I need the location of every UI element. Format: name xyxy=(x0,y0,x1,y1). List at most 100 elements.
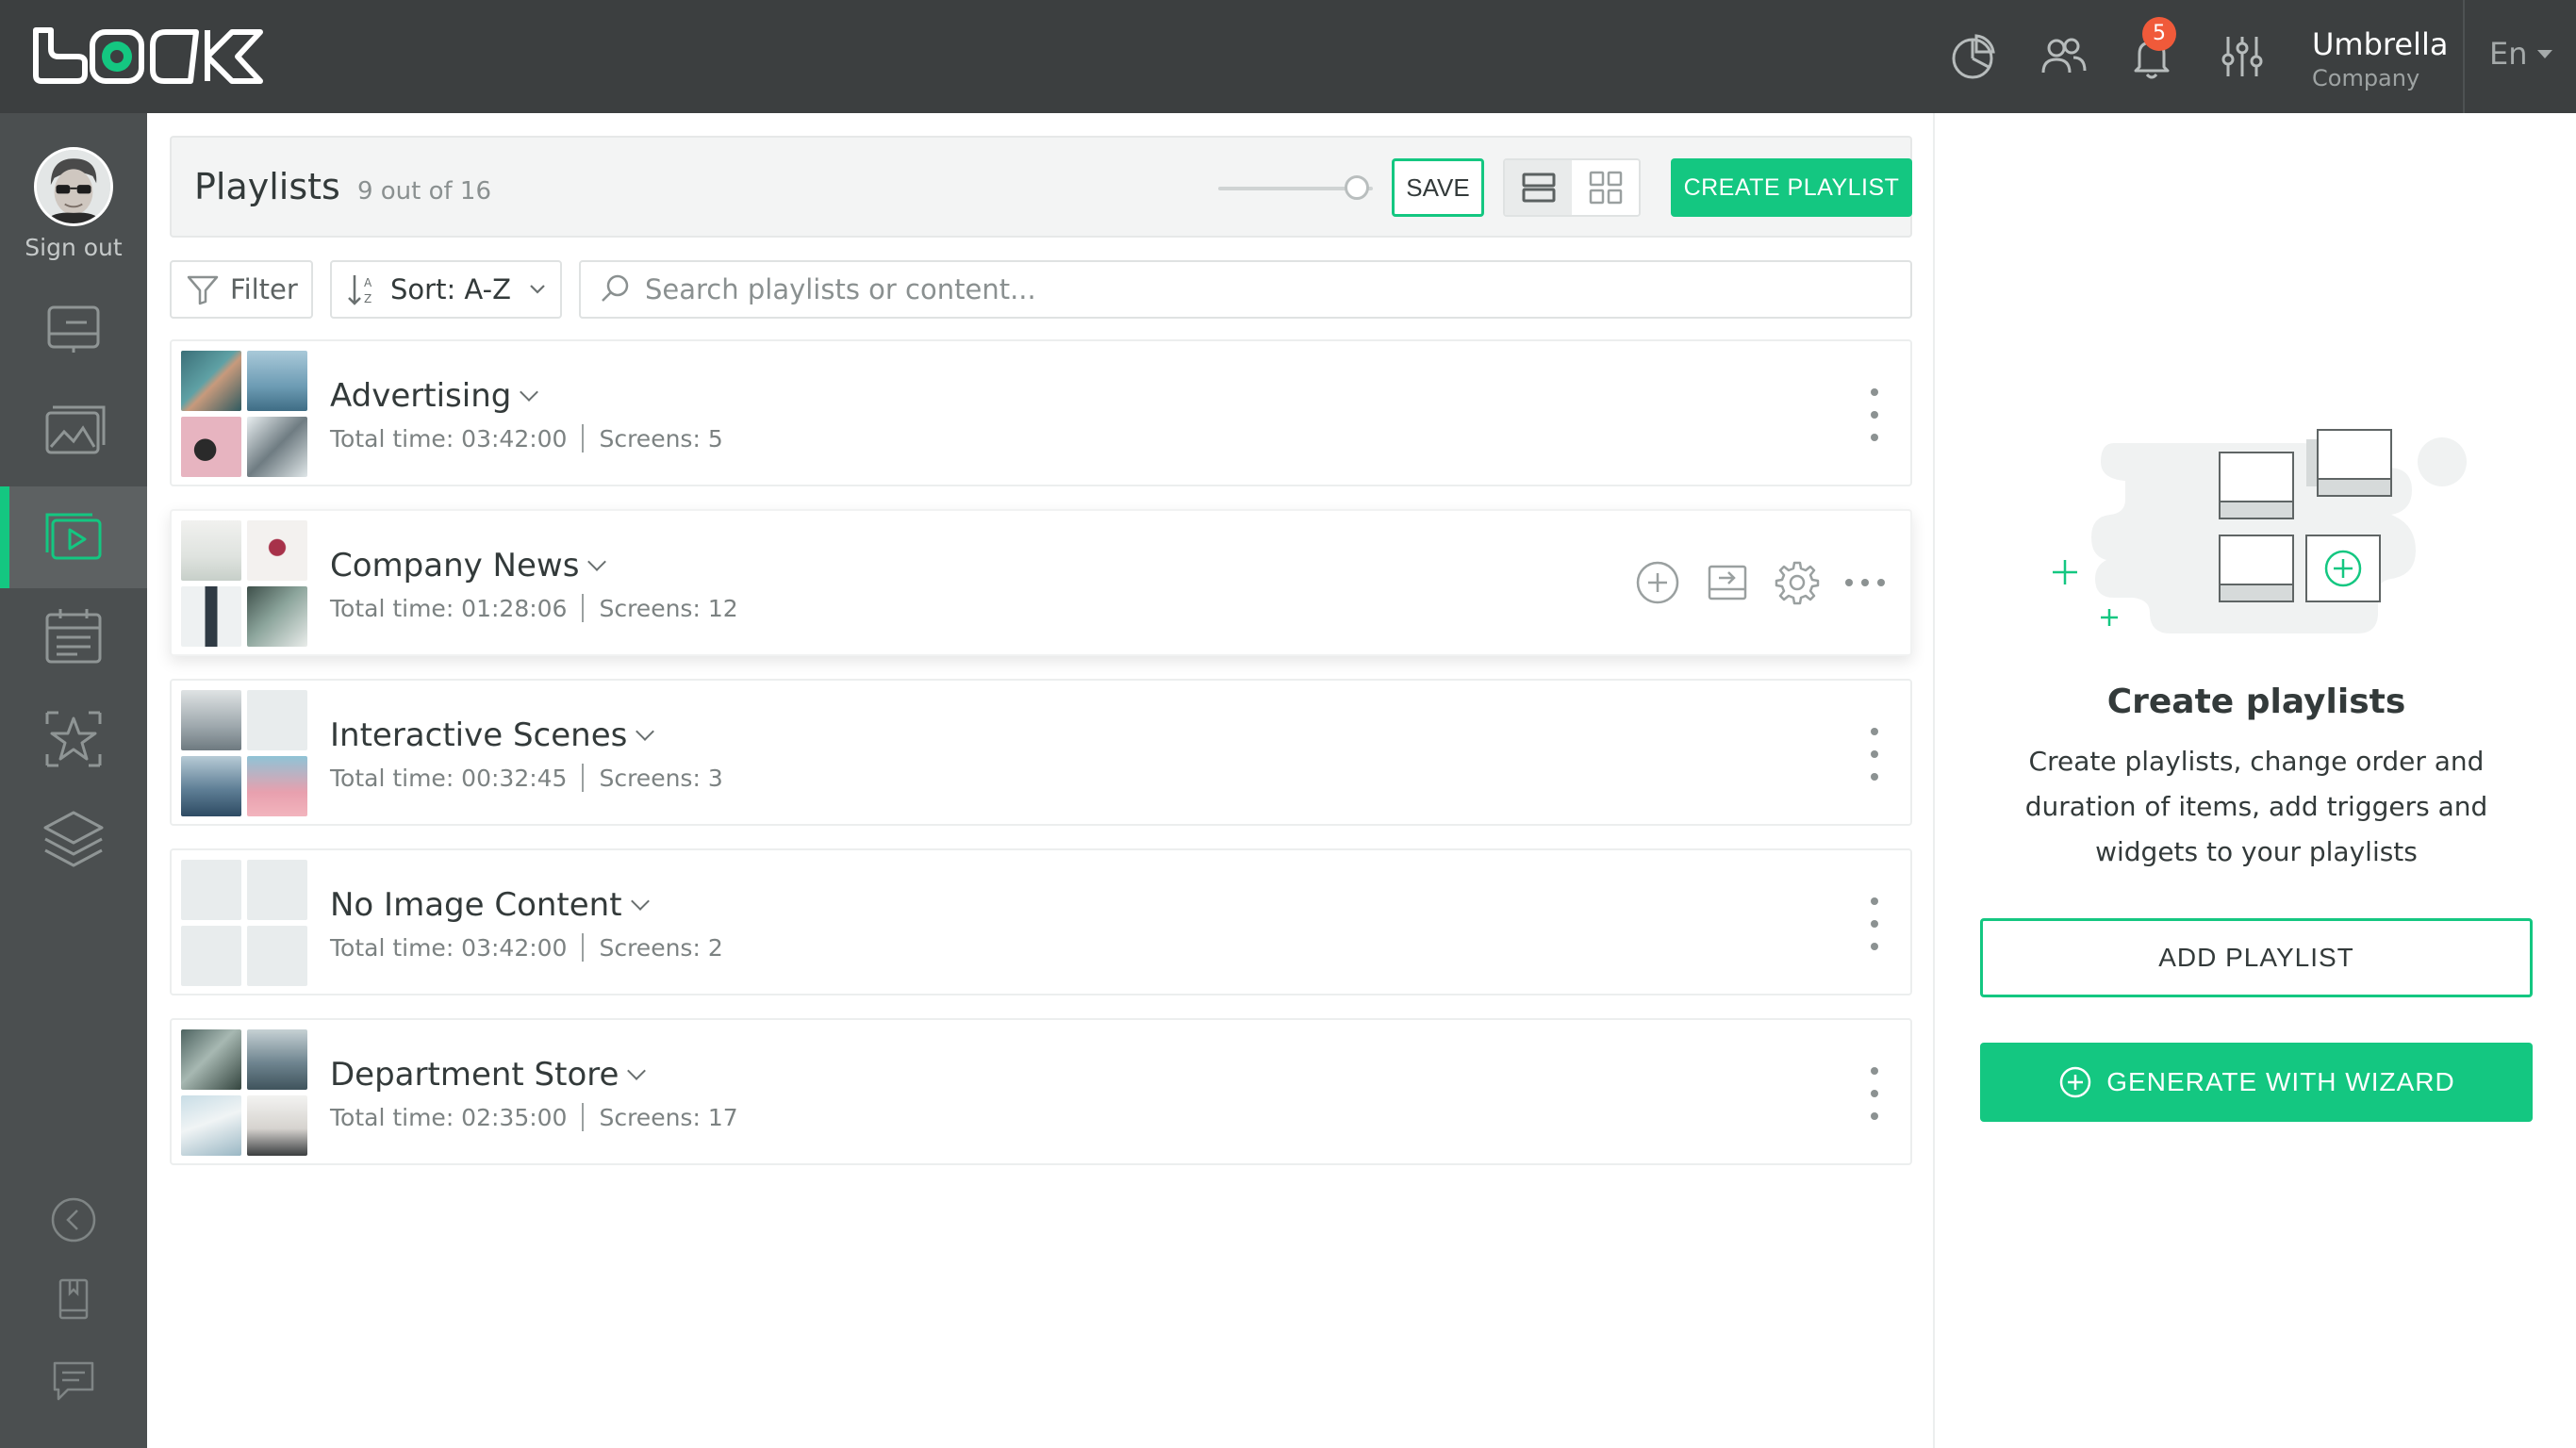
add-playlist-button[interactable]: ADD PLAYLIST xyxy=(1980,918,2533,997)
collapse-sidebar-button[interactable] xyxy=(0,1190,147,1250)
save-button[interactable]: SAVE xyxy=(1392,158,1484,217)
company-subtitle: Company xyxy=(2312,65,2420,91)
playlist-card-interactive-scenes[interactable]: Interactive Scenes Total time: 00:32:45 … xyxy=(170,679,1912,826)
playlist-meta: Total time: 01:28:06 Screens: 12 xyxy=(330,594,738,622)
add-content-button[interactable] xyxy=(1633,558,1682,607)
publish-icon xyxy=(1708,565,1747,601)
sign-out-link[interactable]: Sign out xyxy=(0,234,147,261)
analytics-icon[interactable] xyxy=(1944,28,2001,85)
company-switcher[interactable]: Umbrella Company xyxy=(2312,25,2449,92)
playlist-count: 9 out of 16 xyxy=(356,177,492,206)
playlist-meta: Total time: 03:42:00 Screens: 5 xyxy=(330,424,723,452)
playlist-card-company-news[interactable]: Company News Total time: 01:28:06 Screen… xyxy=(170,509,1912,656)
playlist-card-department-store[interactable]: Department Store Total time: 02:35:00 Sc… xyxy=(170,1018,1912,1165)
playlist-total-time: Total time: 00:32:45 xyxy=(330,764,568,792)
playlist-name[interactable]: Department Store xyxy=(330,1056,647,1094)
more-options-icon[interactable] xyxy=(1867,897,1882,950)
chevron-down-icon[interactable] xyxy=(587,552,607,571)
media-icon xyxy=(45,405,106,454)
list-view-button[interactable] xyxy=(1505,160,1572,215)
filter-button[interactable]: Filter xyxy=(170,260,313,319)
playlist-meta: Total time: 03:42:00 Screens: 2 xyxy=(330,933,723,962)
playlists-icon xyxy=(45,513,102,560)
thumbnail xyxy=(247,690,307,750)
avatar[interactable] xyxy=(34,147,113,226)
playlist-name-text: No Image Content xyxy=(330,886,622,924)
nav-screens[interactable] xyxy=(0,279,147,381)
language-selector[interactable]: En xyxy=(2489,36,2552,72)
playlist-thumbnails xyxy=(181,690,307,816)
thumbnail xyxy=(247,417,307,477)
create-playlist-panel: Create playlists Create playlists, chang… xyxy=(1933,113,2576,1448)
thumbnail xyxy=(181,520,241,581)
sort-dropdown[interactable]: AZ Sort: A-Z xyxy=(330,260,562,319)
gear-icon xyxy=(1775,561,1820,605)
publish-to-screen-button[interactable] xyxy=(1703,558,1752,607)
chat-button[interactable] xyxy=(0,1350,147,1410)
playlist-name[interactable]: No Image Content xyxy=(330,886,650,924)
thumbnail xyxy=(247,520,307,581)
playlist-name-text: Advertising xyxy=(330,377,512,415)
thumbnail xyxy=(181,756,241,816)
playlist-thumbnails xyxy=(181,520,307,647)
schedule-icon xyxy=(45,609,102,664)
settings-sliders-icon[interactable] xyxy=(2214,28,2271,85)
grid-view-button[interactable] xyxy=(1572,160,1639,215)
chevron-down-icon[interactable] xyxy=(636,722,655,741)
chat-icon xyxy=(53,1361,94,1401)
more-options-icon[interactable] xyxy=(1842,579,1888,586)
nav-schedule[interactable] xyxy=(0,586,147,688)
playlist-screens: Screens: 2 xyxy=(599,933,723,962)
playlist-settings-button[interactable] xyxy=(1773,558,1822,607)
notification-count-badge: 5 xyxy=(2142,17,2176,51)
generate-with-wizard-button[interactable]: GENERATE WITH WIZARD xyxy=(1980,1043,2533,1122)
playlist-name[interactable]: Interactive Scenes xyxy=(330,716,655,754)
search-field[interactable] xyxy=(579,260,1912,319)
chevron-down-icon[interactable] xyxy=(630,892,650,911)
docs-button[interactable] xyxy=(0,1269,147,1329)
playlist-meta: Total time: 00:32:45 Screens: 3 xyxy=(330,764,723,792)
nav-playlists[interactable] xyxy=(0,486,147,588)
more-options-icon[interactable] xyxy=(1867,1067,1882,1120)
main-content: Playlists 9 out of 16 SAVE CREATE PLAYLI… xyxy=(147,113,1933,1448)
playlists-header: Playlists 9 out of 16 SAVE CREATE PLAYLI… xyxy=(170,136,1912,238)
chevron-down-icon xyxy=(530,285,545,294)
slider-handle[interactable] xyxy=(1345,175,1369,200)
chevron-down-icon[interactable] xyxy=(520,383,539,402)
sort-label: Sort: A-Z xyxy=(390,273,511,305)
thumbnail-placeholder xyxy=(181,860,241,920)
nav-widgets[interactable] xyxy=(0,688,147,790)
playlist-card-advertising[interactable]: Advertising Total time: 03:42:00 Screens… xyxy=(170,339,1912,486)
playlist-meta: Total time: 02:35:00 Screens: 17 xyxy=(330,1103,738,1131)
search-input[interactable] xyxy=(645,273,1871,305)
list-view-icon xyxy=(1522,173,1555,203)
sort-icon: AZ xyxy=(348,275,372,305)
plus-circle-icon xyxy=(2060,1066,2091,1098)
playlist-screens: Screens: 3 xyxy=(599,764,723,792)
thumbnail xyxy=(247,756,307,816)
nav-media[interactable] xyxy=(0,381,147,483)
plus-circle-icon xyxy=(1636,561,1679,604)
playlist-total-time: Total time: 03:42:00 xyxy=(330,424,568,452)
more-options-icon[interactable] xyxy=(1867,388,1882,441)
page-title-text: Playlists xyxy=(194,166,340,207)
more-options-icon[interactable] xyxy=(1867,728,1882,781)
nav-layers[interactable] xyxy=(0,788,147,890)
layers-icon xyxy=(43,811,104,867)
create-playlist-button[interactable]: CREATE PLAYLIST xyxy=(1671,158,1912,217)
playlist-thumbnails xyxy=(181,1029,307,1156)
chevron-down-icon[interactable] xyxy=(627,1061,647,1080)
caret-down-icon xyxy=(2536,49,2552,58)
users-icon[interactable] xyxy=(2035,28,2091,85)
meta-separator xyxy=(582,594,585,622)
language-label: En xyxy=(2489,36,2528,72)
playlist-name[interactable]: Advertising xyxy=(330,377,539,415)
look-logo[interactable] xyxy=(30,25,266,87)
playlist-card-no-image-content[interactable]: No Image Content Total time: 03:42:00 Sc… xyxy=(170,848,1912,996)
thumbnail xyxy=(247,1095,307,1156)
topbar-divider xyxy=(2463,0,2465,113)
thumbnail-placeholder xyxy=(247,926,307,986)
docs-icon xyxy=(58,1278,89,1320)
company-name: Umbrella xyxy=(2312,26,2449,62)
playlist-name[interactable]: Company News xyxy=(330,547,607,584)
